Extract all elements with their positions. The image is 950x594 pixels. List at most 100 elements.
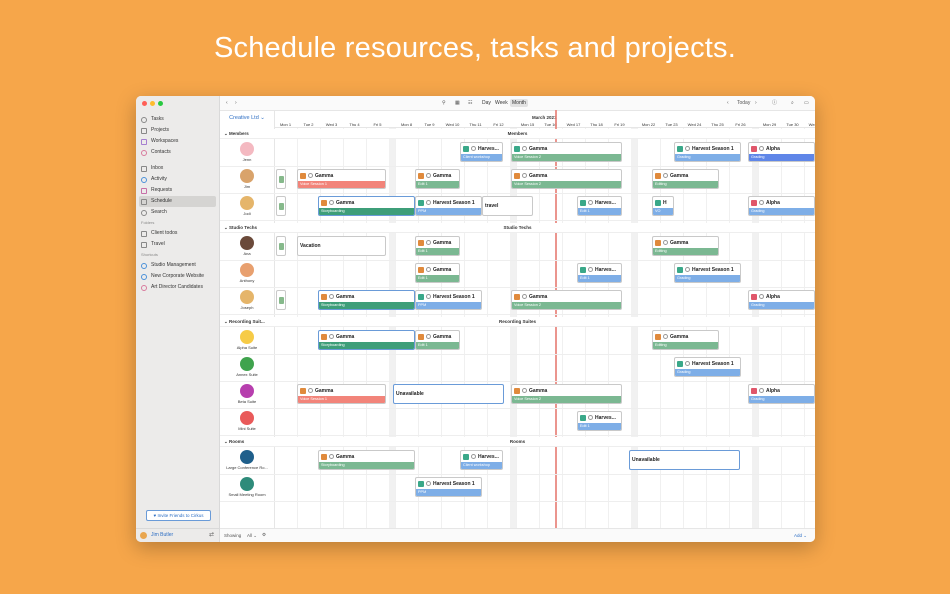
- task-harvest[interactable]: Harves... Client workshop: [460, 450, 503, 470]
- section-members[interactable]: ⌄ Members Members: [220, 129, 815, 139]
- checkbox-icon[interactable]: [663, 334, 668, 340]
- sidebar-toggle-icon[interactable]: ▭: [804, 96, 809, 110]
- resource-jodi[interactable]: Jodi: [220, 196, 274, 216]
- checkbox-icon[interactable]: [588, 267, 593, 273]
- checkbox-icon[interactable]: [426, 200, 431, 206]
- task-harvest-season-1[interactable]: Harvest Season 1 Grading: [674, 263, 741, 283]
- task-unavailable[interactable]: Unavailable: [629, 450, 740, 470]
- showing-filter[interactable]: All ⌄: [247, 533, 257, 539]
- task-harvest[interactable]: Harves... Edit 1: [577, 263, 622, 283]
- task-gamma[interactable]: Gamma Voice Session 2: [511, 384, 622, 404]
- add-button[interactable]: Add ⌄: [794, 533, 807, 539]
- view-month-button[interactable]: Month: [510, 99, 528, 107]
- checkbox-icon[interactable]: [588, 415, 593, 421]
- minimize-window-button[interactable]: [150, 101, 155, 106]
- task-stub[interactable]: [276, 290, 286, 310]
- checkbox-icon[interactable]: [426, 173, 431, 179]
- switch-icon[interactable]: ⇄: [209, 531, 214, 538]
- checkbox-icon[interactable]: [329, 200, 334, 206]
- shortcut-art-director-candidates[interactable]: Art Director Candidates: [139, 282, 216, 293]
- task-gamma[interactable]: Gamma Voice Session 2: [511, 290, 622, 310]
- task-gamma[interactable]: Gamma Voice Session 2: [511, 169, 622, 189]
- resource-mini-suite[interactable]: Mini Suite: [220, 411, 274, 431]
- settings-icon[interactable]: ⚙: [262, 532, 266, 538]
- task-gamma[interactable]: Gamma Storyboarding: [318, 330, 415, 350]
- zoom-window-button[interactable]: [158, 101, 163, 106]
- sidebar-item-workspaces[interactable]: Workspaces: [139, 136, 216, 147]
- task-harvest-season-1[interactable]: Harvest Season 1 PPM: [415, 290, 482, 310]
- checkbox-icon[interactable]: [471, 146, 476, 152]
- sidebar-item-activity[interactable]: Activity: [139, 174, 216, 185]
- task-stub[interactable]: [276, 169, 286, 189]
- section-studio-techs[interactable]: ⌄ Studio Techs Studio Techs: [220, 223, 815, 233]
- task-harvest[interactable]: Harves... Edit 1: [577, 411, 622, 431]
- checkbox-icon[interactable]: [685, 267, 690, 273]
- checkbox-icon[interactable]: [663, 173, 668, 179]
- calendar-icon[interactable]: ▦: [455, 96, 460, 110]
- checkbox-icon[interactable]: [426, 267, 431, 273]
- resource-jenn[interactable]: Jenn: [220, 142, 274, 162]
- filter-icon[interactable]: ⚲: [442, 96, 446, 110]
- checkbox-icon[interactable]: [522, 388, 527, 394]
- checkbox-icon[interactable]: [588, 200, 593, 206]
- checkbox-icon[interactable]: [759, 388, 764, 394]
- task-gamma[interactable]: Gamma Storyboarding: [318, 196, 415, 216]
- folder-item-client-todos[interactable]: Client todos: [139, 228, 216, 239]
- avatar[interactable]: [140, 532, 147, 539]
- view-day-button[interactable]: Day: [480, 99, 493, 107]
- task-unavailable[interactable]: Unavailable: [393, 384, 504, 404]
- resource-beta-suite[interactable]: Beta Suite: [220, 384, 274, 404]
- info-icon[interactable]: ⓘ: [772, 96, 777, 110]
- checkbox-icon[interactable]: [329, 334, 334, 340]
- invite-friends-button[interactable]: ♥ Invite Friends to Cirkus: [146, 510, 211, 521]
- prev-period-icon[interactable]: ‹: [727, 96, 729, 110]
- task-stub[interactable]: [276, 236, 286, 256]
- task-harvest-season-1[interactable]: Harvest Season 1 PPM: [415, 477, 482, 497]
- section-rooms[interactable]: ⌄ Rooms Rooms: [220, 437, 815, 447]
- resource-large-conference-room[interactable]: Large Conference Ro...: [220, 450, 274, 470]
- task-gamma[interactable]: Gamma Editing: [652, 169, 719, 189]
- resource-ana[interactable]: Ana: [220, 236, 274, 256]
- resource-annex-suite[interactable]: Annex Suite: [220, 357, 274, 377]
- forward-icon[interactable]: ›: [235, 96, 237, 110]
- resource-joseph[interactable]: Joseph: [220, 290, 274, 310]
- sidebar-item-tasks[interactable]: Tasks: [139, 114, 216, 125]
- checkbox-icon[interactable]: [522, 294, 527, 300]
- resource-anthony[interactable]: Anthony: [220, 263, 274, 283]
- sidebar-item-schedule[interactable]: Schedule: [139, 196, 216, 207]
- task-alpha[interactable]: Alpha Grading: [748, 142, 815, 162]
- task-vacation[interactable]: Vacation: [297, 236, 386, 256]
- task-gamma[interactable]: Gamma Voice Session 1: [297, 169, 386, 189]
- checkbox-icon[interactable]: [426, 334, 431, 340]
- search-icon[interactable]: ⌕: [791, 96, 794, 110]
- resource-alpha-suite[interactable]: Alpha Suite: [220, 330, 274, 350]
- next-period-icon[interactable]: ›: [755, 96, 757, 110]
- task-travel[interactable]: travel: [482, 196, 533, 216]
- checkbox-icon[interactable]: [663, 240, 668, 246]
- checkbox-icon[interactable]: [759, 294, 764, 300]
- sidebar-item-projects[interactable]: Projects: [139, 125, 216, 136]
- checkbox-icon[interactable]: [426, 481, 431, 487]
- view-week-button[interactable]: Week: [493, 99, 510, 107]
- task-gamma[interactable]: Gamma Edit 1: [415, 263, 460, 283]
- task-harvest[interactable]: Harves... Client workshop: [460, 142, 503, 162]
- checkbox-icon[interactable]: [522, 146, 527, 152]
- people-icon[interactable]: ☷: [468, 96, 472, 110]
- task-alpha[interactable]: Alpha Grading: [748, 196, 815, 216]
- checkbox-icon[interactable]: [308, 388, 313, 394]
- checkbox-icon[interactable]: [685, 361, 690, 367]
- checkbox-icon[interactable]: [426, 240, 431, 246]
- checkbox-icon[interactable]: [471, 454, 476, 460]
- task-alpha[interactable]: Alpha Grading: [748, 290, 815, 310]
- task-harvest-season-1[interactable]: Harvest Season 1 PPM: [415, 196, 482, 216]
- task-gamma[interactable]: Gamma Storyboarding: [318, 450, 415, 470]
- checkbox-icon[interactable]: [308, 173, 313, 179]
- sidebar-item-contacts[interactable]: Contacts: [139, 147, 216, 158]
- sidebar-item-search[interactable]: Search: [139, 207, 216, 218]
- task-gamma[interactable]: Gamma Edit 1: [415, 236, 460, 256]
- resource-jim[interactable]: Jim: [220, 169, 274, 189]
- checkbox-icon[interactable]: [759, 200, 764, 206]
- task-gamma[interactable]: Gamma Storyboarding: [318, 290, 415, 310]
- resource-small-meeting-room[interactable]: Small Meeting Room: [220, 477, 274, 497]
- shortcut-studio-management[interactable]: Studio Management: [139, 260, 216, 271]
